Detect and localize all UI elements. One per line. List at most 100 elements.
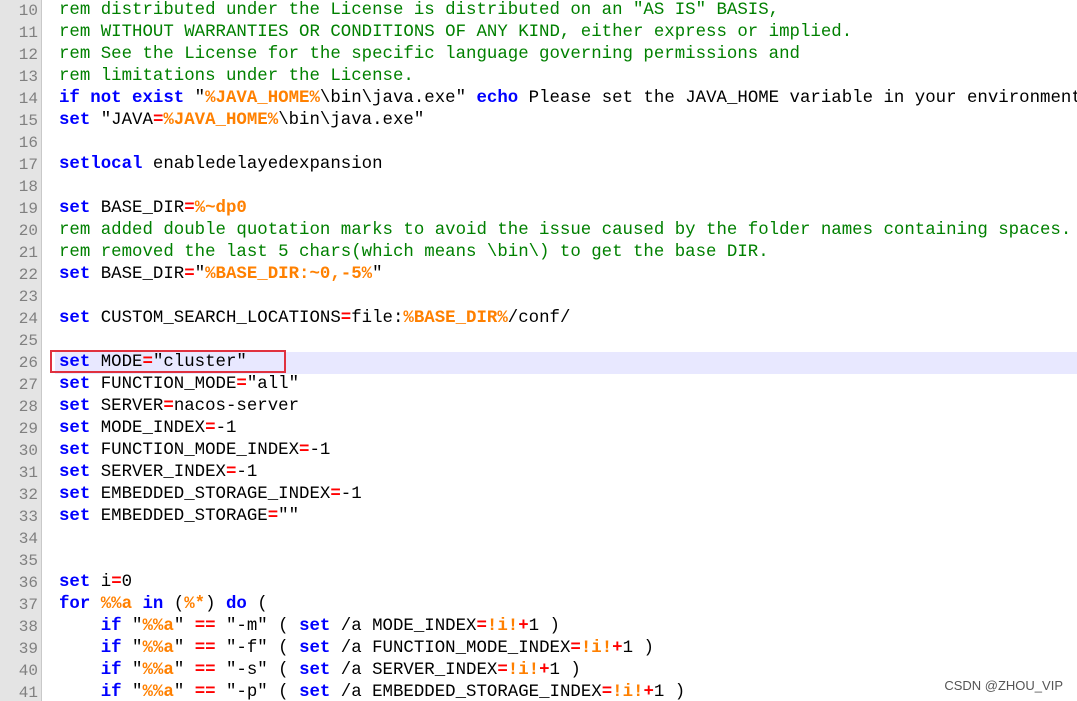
code-line[interactable]: 33 set EMBEDDED_STORAGE=""	[0, 506, 1077, 528]
code-line[interactable]: 19 set BASE_DIR=%~dp0	[0, 198, 1077, 220]
code-line[interactable]: 20 rem added double quotation marks to av…	[0, 220, 1077, 242]
code-text-area[interactable]: set EMBEDDED_STORAGE_INDEX=-1	[55, 484, 1077, 506]
code-text-area[interactable]: rem See the License for the specific lan…	[55, 44, 1077, 66]
token-op: +	[518, 617, 529, 636]
code-text: set SERVER=nacos-server	[59, 396, 299, 418]
code-lines[interactable]: 10 rem distributed under the License is d…	[0, 0, 1077, 701]
code-line[interactable]: 37 for %%a in (%*) do (	[0, 594, 1077, 616]
token-kw: set	[59, 353, 91, 372]
code-text-area[interactable]: set SERVER_INDEX=-1	[55, 462, 1077, 484]
code-line[interactable]: 34	[0, 528, 1077, 550]
code-text-area[interactable]: set CUSTOM_SEARCH_LOCATIONS=file:%BASE_D…	[55, 308, 1077, 330]
token-op: +	[643, 683, 654, 701]
token-text: /conf/	[507, 309, 571, 328]
code-line[interactable]: 41 if "%%a" == "-p" ( set /a EMBEDDED_ST…	[0, 682, 1077, 701]
line-number: 28	[18, 398, 38, 416]
code-text: rem See the License for the specific lan…	[59, 44, 800, 66]
code-text-area[interactable]: for %%a in (%*) do (	[55, 594, 1077, 616]
token-kw: set	[299, 661, 331, 680]
code-text-area[interactable]: set "JAVA=%JAVA_HOME%\bin\java.exe"	[55, 110, 1077, 132]
code-text: set "JAVA=%JAVA_HOME%\bin\java.exe"	[59, 110, 424, 132]
code-text: set MODE="cluster"	[59, 352, 247, 374]
code-text-area[interactable]: rem WITHOUT WARRANTIES OR CONDITIONS OF …	[55, 22, 1077, 44]
code-line[interactable]: 31 set SERVER_INDEX=-1	[0, 462, 1077, 484]
code-line[interactable]: 10 rem distributed under the License is d…	[0, 0, 1077, 22]
code-line[interactable]: 30 set FUNCTION_MODE_INDEX=-1	[0, 440, 1077, 462]
code-text-area[interactable]: set SERVER=nacos-server	[55, 396, 1077, 418]
code-text-area[interactable]: rem removed the last 5 chars(which means…	[55, 242, 1077, 264]
token-text: "cluster"	[152, 353, 247, 372]
code-line[interactable]: 23	[0, 286, 1077, 308]
code-text-area[interactable]: if "%%a" == "-p" ( set /a EMBEDDED_STORA…	[55, 682, 1077, 701]
code-text-area[interactable]: rem added double quotation marks to avoi…	[55, 220, 1077, 242]
token-kw: if	[100, 683, 122, 701]
token-text: file:	[351, 309, 404, 328]
code-line[interactable]: 15 set "JAVA=%JAVA_HOME%\bin\java.exe"	[0, 110, 1077, 132]
code-line[interactable]: 13 rem limitations under the License.	[0, 66, 1077, 88]
token-var: %JAVA_HOME%	[163, 111, 279, 130]
token-kw: set	[59, 375, 91, 394]
code-line[interactable]: 35	[0, 550, 1077, 572]
token-text: i	[90, 573, 112, 592]
line-number: 37	[18, 596, 38, 614]
code-text-area[interactable]	[55, 176, 1077, 198]
line-number: 11	[18, 24, 38, 42]
code-text: set FUNCTION_MODE="all"	[59, 374, 299, 396]
code-line[interactable]: 36 set i=0	[0, 572, 1077, 594]
code-text-area[interactable]: set i=0	[55, 572, 1077, 594]
code-line[interactable]: 22 set BASE_DIR="%BASE_DIR:~0,-5%"	[0, 264, 1077, 286]
code-line[interactable]: 32 set EMBEDDED_STORAGE_INDEX=-1	[0, 484, 1077, 506]
code-text-area[interactable]: setlocal enabledelayedexpansion	[55, 154, 1077, 176]
code-text-area[interactable]	[55, 132, 1077, 154]
token-kw: set	[59, 397, 91, 416]
code-text-area[interactable]: if "%%a" == "-m" ( set /a MODE_INDEX=!i!…	[55, 616, 1077, 638]
code-text-area[interactable]: set EMBEDDED_STORAGE=""	[55, 506, 1077, 528]
code-line[interactable]: 38 if "%%a" == "-m" ( set /a MODE_INDEX=…	[0, 616, 1077, 638]
token-op: =	[340, 309, 352, 328]
code-line[interactable]: 25	[0, 330, 1077, 352]
code-text-area[interactable]: if "%%a" == "-s" ( set /a SERVER_INDEX=!…	[55, 660, 1077, 682]
code-line[interactable]: 12 rem See the License for the specific l…	[0, 44, 1077, 66]
code-text-area[interactable]: set FUNCTION_MODE_INDEX=-1	[55, 440, 1077, 462]
code-line[interactable]: 29 set MODE_INDEX=-1	[0, 418, 1077, 440]
code-text-area[interactable]	[55, 550, 1077, 572]
token-text: -1	[215, 419, 237, 438]
code-text-area[interactable]	[55, 330, 1077, 352]
code-text-area[interactable]: set FUNCTION_MODE="all"	[55, 374, 1077, 396]
code-text-area[interactable]: rem distributed under the License is dis…	[55, 0, 1077, 22]
code-line[interactable]: 21 rem removed the last 5 chars(which mea…	[0, 242, 1077, 264]
code-line[interactable]: 27 set FUNCTION_MODE="all"	[0, 374, 1077, 396]
code-text-area[interactable]: set MODE_INDEX=-1	[55, 418, 1077, 440]
line-number: 13	[18, 68, 38, 86]
code-line[interactable]: 16	[0, 132, 1077, 154]
code-text-area[interactable]: set BASE_DIR=%~dp0	[55, 198, 1077, 220]
code-editor[interactable]: 10 rem distributed under the License is d…	[0, 0, 1077, 701]
code-line[interactable]: 17 setlocal enabledelayedexpansion	[0, 154, 1077, 176]
code-text-area[interactable]: set MODE="cluster"	[55, 352, 1077, 374]
code-line[interactable]: 14 if not exist "%JAVA_HOME%\bin\java.exe…	[0, 88, 1077, 110]
code-line[interactable]: 28 set SERVER=nacos-server	[0, 396, 1077, 418]
code-line[interactable]: 11 rem WITHOUT WARRANTIES OR CONDITIONS O…	[0, 22, 1077, 44]
code-text: rem limitations under the License.	[59, 66, 414, 88]
code-text-area[interactable]	[55, 528, 1077, 550]
code-line[interactable]: 26 set MODE="cluster"	[0, 352, 1077, 374]
token-text: "-p" (	[215, 683, 300, 701]
code-text-area[interactable]: if "%%a" == "-f" ( set /a FUNCTION_MODE_…	[55, 638, 1077, 660]
code-text: if "%%a" == "-m" ( set /a MODE_INDEX=!i!…	[59, 616, 560, 638]
token-op: =	[205, 419, 216, 438]
code-text-area[interactable]: set BASE_DIR="%BASE_DIR:~0,-5%"	[55, 264, 1077, 286]
code-line[interactable]: 39 if "%%a" == "-f" ( set /a FUNCTION_MO…	[0, 638, 1077, 660]
token-text: (	[246, 595, 268, 614]
code-text-area[interactable]	[55, 286, 1077, 308]
token-op: ==	[194, 639, 216, 658]
token-op: =	[299, 441, 310, 460]
code-text-area[interactable]: rem limitations under the License.	[55, 66, 1077, 88]
code-line[interactable]: 24 set CUSTOM_SEARCH_LOCATIONS=file:%BASE…	[0, 308, 1077, 330]
code-text-area[interactable]: if not exist "%JAVA_HOME%\bin\java.exe" …	[55, 88, 1077, 110]
code-line[interactable]: 40 if "%%a" == "-s" ( set /a SERVER_INDE…	[0, 660, 1077, 682]
token-text: "	[121, 683, 143, 701]
line-number: 12	[18, 46, 38, 64]
token-text: "-f" (	[215, 639, 300, 658]
code-line[interactable]: 18	[0, 176, 1077, 198]
